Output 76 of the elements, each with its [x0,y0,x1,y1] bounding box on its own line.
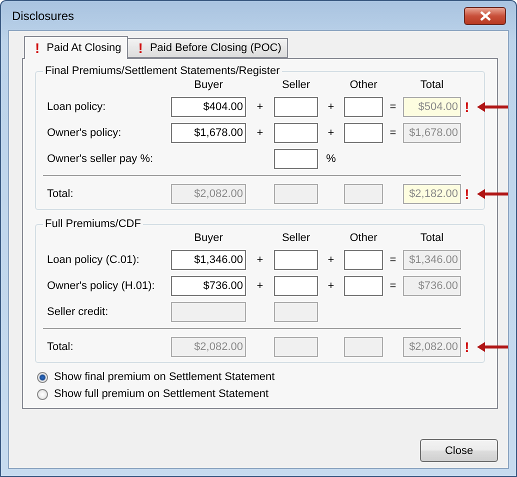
amount-field[interactable]: $2,182.00 [403,184,461,204]
column-header: Buyer [193,79,224,91]
row-label: Owner's policy: [47,127,122,139]
amount-field[interactable] [274,276,318,296]
close-button[interactable] [464,6,506,24]
amount-field[interactable]: $1,346.00 [171,250,246,270]
amount-field[interactable] [274,149,318,169]
operator: + [256,127,264,139]
amount-field[interactable]: $2,082.00 [171,337,246,357]
radio-button[interactable] [37,372,48,382]
operator: + [328,280,334,292]
amount-field[interactable] [274,337,318,357]
warning-mark: ! [138,40,143,56]
amount-field[interactable] [344,184,383,204]
column-header: Buyer [193,232,224,244]
amount-field[interactable]: $1,678.00 [403,123,461,143]
operator: % [326,153,336,165]
row-label: Owner's seller pay %: [47,153,154,165]
operator: + [256,101,264,113]
amount-field[interactable]: $736.00 [171,276,246,296]
amount-field[interactable]: $504.00 [403,97,461,117]
amount-field[interactable] [274,184,318,204]
column-header: Seller [280,232,312,244]
amount-field[interactable]: $736.00 [403,276,461,296]
column-header: Total [419,79,445,91]
window-title: Disclosures [12,8,74,22]
amount-field[interactable]: $1,346.00 [403,250,461,270]
amount-field[interactable]: $2,082.00 [171,184,246,204]
operator: + [256,254,264,266]
row-label: Loan policy: [47,101,106,113]
row-label: Total: [47,341,74,353]
arrow-icon [477,342,508,352]
column-header: Other [348,232,378,244]
row-label: Seller credit: [47,306,108,318]
close-icon [480,10,490,20]
amount-field[interactable] [344,337,383,357]
column-header: Other [348,79,378,91]
operator: + [328,127,334,139]
group-title: Full Premiums/CDF [44,218,142,230]
amount-field[interactable]: $404.00 [171,97,246,117]
amount-field[interactable] [344,123,383,143]
amount-field[interactable] [274,97,318,117]
amount-field[interactable] [274,123,318,143]
amount-field[interactable]: $1,678.00 [171,123,246,143]
tab[interactable]: ! Paid At Closing [24,36,128,59]
operator: = [390,101,396,113]
operator: = [390,127,396,139]
group-title: Final Premiums/Settlement Statements/Register [44,65,281,77]
operator: + [328,254,334,266]
arrow-icon [477,189,508,199]
operator: + [328,101,334,113]
warning-mark: ! [464,99,470,115]
column-header: Total [419,232,445,244]
warning-mark: ! [35,40,40,56]
close-button[interactable]: Close [420,439,498,462]
row-label: Total: [47,188,74,200]
radio-label: Show final premium on Settlement Statement [54,371,275,383]
operator: = [390,280,396,292]
amount-field[interactable] [274,250,318,270]
tab[interactable]: ! Paid Before Closing (POC) [127,38,288,58]
arrow-icon [477,102,508,112]
warning-mark: ! [464,339,470,355]
row-label: Owner's policy (H.01): [47,280,155,292]
amount-field[interactable] [344,250,383,270]
operator: = [390,254,396,266]
amount-field[interactable] [274,302,318,322]
amount-field[interactable] [344,97,383,117]
amount-field[interactable] [344,276,383,296]
amount-field[interactable]: $2,082.00 [403,337,461,357]
operator: + [256,280,264,292]
row-label: Loan policy (C.01): [47,254,140,266]
column-header: Seller [280,79,312,91]
radio-button[interactable] [37,388,48,400]
warning-mark: ! [464,186,470,202]
radio-label: Show full premium on Settlement Statement [54,388,269,400]
amount-field[interactable] [171,302,246,322]
